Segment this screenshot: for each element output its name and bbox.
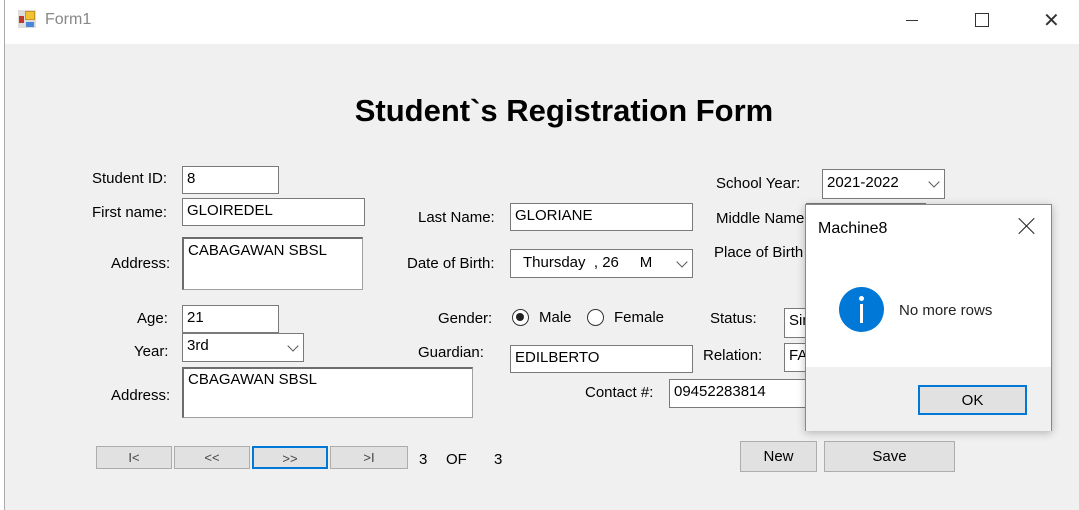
year-select[interactable]: 3rd [182, 333, 304, 362]
last-record-button[interactable]: >I [330, 446, 408, 469]
address2-label: Address: [111, 387, 171, 404]
gender-label: Gender: [438, 310, 493, 327]
dialog-title: Machine8 [818, 220, 888, 237]
minimize-button[interactable] [906, 20, 918, 21]
chevron-down-icon[interactable] [928, 176, 940, 188]
relation-label: Relation: [703, 347, 763, 364]
middle-name-label: Middle Name [716, 210, 805, 227]
save-button[interactable]: Save [824, 441, 955, 472]
first-name-input[interactable]: GLOIREDEL [182, 198, 365, 226]
year-label: Year: [134, 343, 169, 360]
dialog-close-button[interactable] [1018, 217, 1036, 235]
chevron-down-icon[interactable] [287, 340, 299, 352]
message-dialog: Machine8 No more rows OK [805, 204, 1052, 431]
first-name-label: First name: [92, 204, 168, 221]
dob-picker[interactable]: Thursday , 26 M [510, 249, 693, 278]
guardian-label: Guardian: [418, 344, 484, 361]
age-label: Age: [137, 310, 168, 327]
maximize-button[interactable] [975, 13, 989, 27]
school-year-label: School Year: [716, 175, 801, 192]
window-title: Form1 [45, 11, 92, 28]
gender-male-label[interactable]: Male [539, 309, 572, 326]
contact-label: Contact #: [585, 384, 654, 401]
close-button[interactable]: ✕ [1043, 8, 1060, 33]
record-current: 3 [419, 451, 428, 468]
address-label: Address: [111, 255, 171, 272]
app-icon [18, 10, 36, 28]
form1-window: Form1 ✕ Student`s Registration Form Stud… [4, 0, 1079, 510]
last-name-input[interactable]: GLORIANE [510, 203, 693, 231]
record-of: OF [446, 451, 467, 468]
page-title: Student`s Registration Form [354, 93, 774, 128]
dialog-footer: OK [806, 367, 1051, 431]
new-button[interactable]: New [740, 441, 817, 472]
record-total: 3 [494, 451, 503, 468]
previous-record-button[interactable]: << [174, 446, 250, 469]
age-input[interactable]: 21 [182, 305, 279, 333]
next-record-button[interactable]: >> [252, 446, 328, 469]
dob-value: Thursday , 26 M [523, 254, 653, 271]
title-bar: Form1 ✕ [5, 0, 1079, 44]
gender-female-label[interactable]: Female [614, 309, 664, 326]
student-id-input[interactable]: 8 [182, 166, 279, 194]
gender-male-radio[interactable] [512, 309, 529, 326]
school-year-select[interactable]: 2021-2022 [822, 169, 945, 199]
status-label: Status: [710, 310, 757, 327]
place-of-birth-label: Place of Birth [714, 244, 804, 261]
dialog-message: No more rows [899, 302, 993, 319]
guardian-input[interactable]: EDILBERTO [510, 345, 693, 373]
chevron-down-icon[interactable] [676, 256, 688, 268]
info-icon [839, 287, 884, 332]
last-name-label: Last Name: [418, 209, 495, 226]
student-id-label: Student ID: [92, 170, 168, 187]
ok-button[interactable]: OK [918, 385, 1027, 415]
address-input[interactable]: CABAGAWAN SBSL [182, 237, 363, 290]
gender-female-radio[interactable] [587, 309, 604, 326]
school-year-value: 2021-2022 [827, 174, 899, 191]
first-record-button[interactable]: I< [96, 446, 172, 469]
address2-input[interactable]: CBAGAWAN SBSL [182, 367, 473, 418]
year-value: 3rd [187, 337, 209, 354]
contact-input[interactable]: 09452283814 [669, 379, 819, 408]
dob-label: Date of Birth: [407, 255, 495, 272]
